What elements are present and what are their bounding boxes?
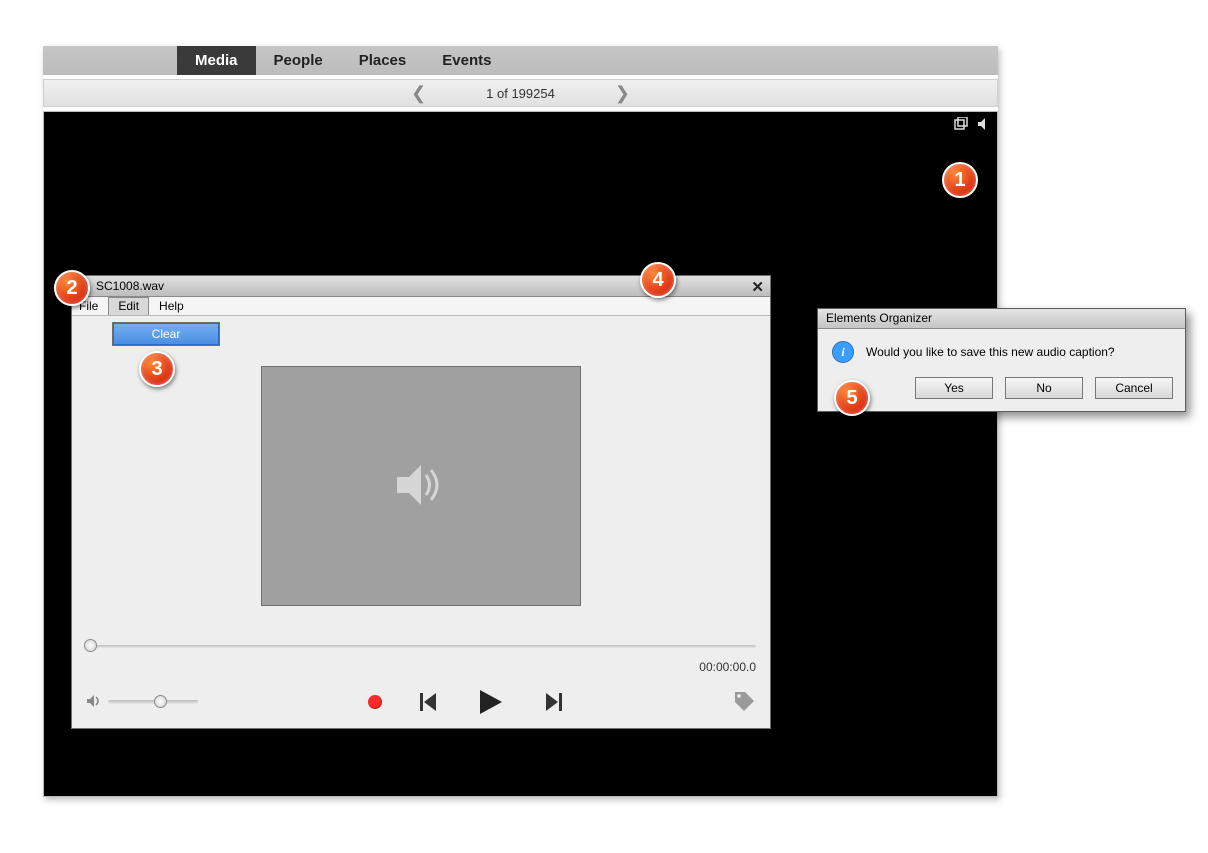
record-button[interactable] [368,695,382,709]
tab-media[interactable]: Media [177,46,256,75]
info-icon: i [832,341,854,363]
annotation-badge-3: 3 [139,351,175,387]
main-tabbar: Media People Places Events [43,46,998,75]
volume-knob[interactable] [154,695,167,708]
pager-prev-icon[interactable]: ❮ [411,83,426,104]
volume-icon[interactable] [86,693,102,712]
timecode-label: 00:00:00.0 [82,660,760,674]
seek-slider[interactable] [86,636,756,656]
tab-places[interactable]: Places [341,46,425,75]
tag-icon[interactable] [732,689,756,716]
menu-edit[interactable]: Edit [108,297,149,315]
audio-thumbnail [261,366,581,606]
pager-label: 1 of 199254 [486,86,555,101]
transport-controls [82,688,760,716]
audio-caption-icon[interactable] [975,116,991,132]
audio-menubar: File Edit Help [72,297,770,316]
volume-control [86,693,198,712]
audio-body: 00:00:00.0 [72,366,770,728]
annotation-badge-2: 2 [54,270,90,306]
tab-events[interactable]: Events [424,46,509,75]
cancel-button[interactable]: Cancel [1095,377,1173,399]
annotation-badge-5: 5 [834,380,870,416]
step-back-button[interactable] [420,691,440,713]
windows-icon[interactable] [953,116,969,132]
pager-bar: ❮ 1 of 199254 ❯ [43,79,998,107]
menu-item-clear[interactable]: Clear [113,323,219,345]
confirm-message: Would you like to save this new audio ca… [866,345,1115,359]
save-confirm-dialog: Elements Organizer i Would you like to s… [817,308,1186,412]
play-button[interactable] [478,688,504,716]
yes-button[interactable]: Yes [915,377,993,399]
volume-slider[interactable] [108,700,198,704]
pager-next-icon[interactable]: ❯ [615,83,630,104]
audio-window-title: SC1008.wav [78,279,164,293]
annotation-badge-1: 1 [942,162,978,198]
menu-help[interactable]: Help [149,297,194,315]
close-icon[interactable]: ✕ [751,278,764,296]
step-forward-button[interactable] [542,691,562,713]
edit-menu-dropdown: Clear [112,322,220,346]
no-button[interactable]: No [1005,377,1083,399]
tab-people[interactable]: People [256,46,341,75]
speaker-icon [393,461,449,512]
seek-knob[interactable] [84,639,97,652]
annotation-badge-4: 4 [640,262,676,298]
confirm-titlebar[interactable]: Elements Organizer [818,309,1185,329]
